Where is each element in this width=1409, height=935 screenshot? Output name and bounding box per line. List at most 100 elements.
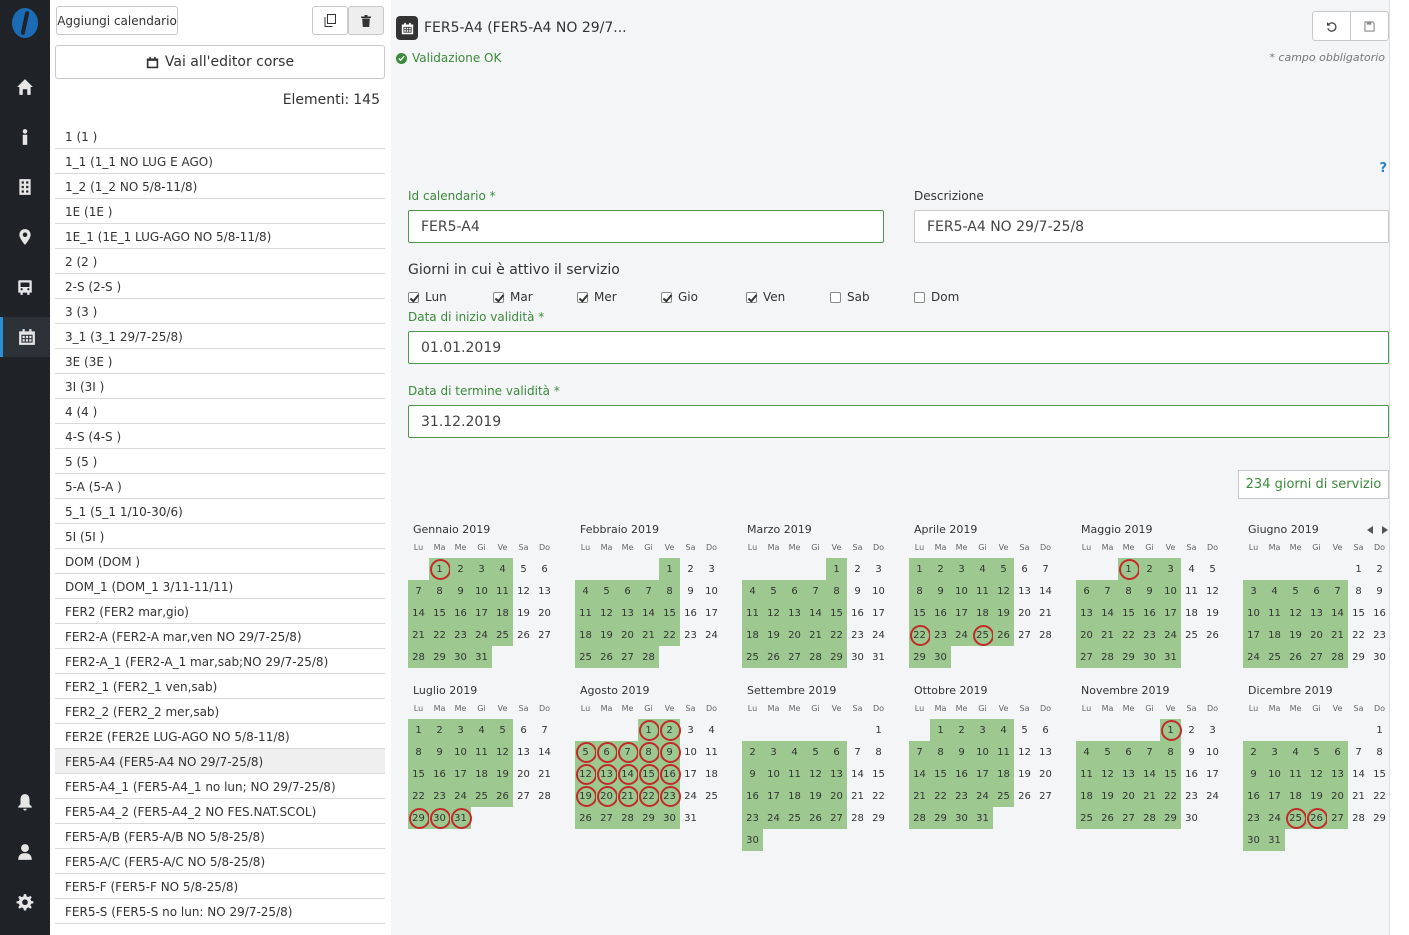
- active-day-cell[interactable]: 21: [909, 785, 930, 807]
- active-day-cell[interactable]: 28: [638, 646, 659, 668]
- active-day-cell[interactable]: 21: [408, 624, 429, 646]
- active-day-cell[interactable]: 25: [575, 646, 596, 668]
- active-day-cell[interactable]: 11: [471, 741, 492, 763]
- day-cell[interactable]: 28: [1035, 624, 1056, 646]
- day-cell[interactable]: 17: [680, 763, 701, 785]
- undo-button[interactable]: [1312, 11, 1351, 41]
- day-cell[interactable]: 2: [847, 558, 868, 580]
- active-day-cell[interactable]: 9: [742, 763, 763, 785]
- active-day-cell[interactable]: 6: [1076, 580, 1097, 602]
- calendar-list-item[interactable]: 5 (5 ): [55, 449, 385, 474]
- active-day-cell[interactable]: 12: [596, 602, 617, 624]
- day-cell[interactable]: 25: [1181, 624, 1202, 646]
- day-cell[interactable]: 21: [534, 763, 555, 785]
- holiday-day-cell[interactable]: 19: [575, 785, 597, 807]
- day-cell[interactable]: 20: [513, 763, 534, 785]
- day-cell[interactable]: 18: [701, 763, 722, 785]
- calendar-icon[interactable]: [0, 317, 50, 357]
- active-day-cell[interactable]: 21: [1097, 624, 1118, 646]
- day-cell[interactable]: 22: [1369, 785, 1390, 807]
- day-cell[interactable]: 13: [534, 580, 555, 602]
- active-day-cell[interactable]: 30: [659, 807, 680, 829]
- active-day-cell[interactable]: 18: [742, 624, 763, 646]
- calendar-list-item[interactable]: 5_1 (5_1 1/10-30/6): [55, 499, 385, 524]
- day-cell[interactable]: 27: [1035, 785, 1056, 807]
- day-cell[interactable]: 7: [1348, 741, 1369, 763]
- active-day-cell[interactable]: 6: [1306, 580, 1327, 602]
- active-day-cell[interactable]: 29: [909, 646, 930, 668]
- active-day-cell[interactable]: 4: [993, 719, 1014, 741]
- active-day-cell[interactable]: 3: [1160, 558, 1181, 580]
- day-cell[interactable]: 17: [701, 602, 722, 624]
- active-day-cell[interactable]: 28: [1097, 646, 1118, 668]
- day-cell[interactable]: 30: [1369, 646, 1390, 668]
- active-day-cell[interactable]: 10: [951, 580, 972, 602]
- active-day-cell[interactable]: 20: [1306, 624, 1327, 646]
- active-day-cell[interactable]: 4: [742, 580, 763, 602]
- active-day-cell[interactable]: 30: [742, 829, 763, 851]
- day-cell[interactable]: 29: [868, 807, 889, 829]
- active-day-cell[interactable]: 18: [784, 785, 805, 807]
- active-day-cell[interactable]: 3: [450, 719, 471, 741]
- day-cell[interactable]: 29: [1348, 646, 1369, 668]
- calendar-list-item[interactable]: FER2_2 (FER2_2 mer,sab): [55, 699, 385, 724]
- day-cell[interactable]: 20: [1035, 763, 1056, 785]
- active-day-cell[interactable]: 27: [1306, 646, 1327, 668]
- active-day-cell[interactable]: 14: [408, 602, 429, 624]
- active-day-cell[interactable]: 6: [617, 580, 638, 602]
- active-day-cell[interactable]: 10: [763, 763, 784, 785]
- active-day-cell[interactable]: 7: [909, 741, 930, 763]
- weekday-option[interactable]: Mer: [577, 290, 617, 304]
- holiday-day-cell[interactable]: 25: [972, 624, 994, 646]
- holiday-day-cell[interactable]: 5: [575, 741, 597, 763]
- active-day-cell[interactable]: 26: [575, 807, 596, 829]
- day-cell[interactable]: 28: [534, 785, 555, 807]
- active-day-cell[interactable]: 25: [492, 624, 513, 646]
- active-day-cell[interactable]: 7: [805, 580, 826, 602]
- active-day-cell[interactable]: 23: [429, 785, 450, 807]
- active-day-cell[interactable]: 31: [1264, 829, 1285, 851]
- active-day-cell[interactable]: 22: [429, 624, 450, 646]
- active-day-cell[interactable]: 25: [784, 807, 805, 829]
- active-day-cell[interactable]: 26: [1097, 807, 1118, 829]
- active-day-cell[interactable]: 5: [1285, 580, 1306, 602]
- active-day-cell[interactable]: 20: [826, 785, 847, 807]
- calendar-list-item[interactable]: DOM_1 (DOM_1 3/11-11/11): [55, 574, 385, 599]
- calendar-list-item[interactable]: FER5-A4_2 (FER5-A4_2 NO FES.NAT.SCOL): [55, 799, 385, 824]
- active-day-cell[interactable]: 28: [805, 646, 826, 668]
- weekday-option[interactable]: Mar: [493, 290, 533, 304]
- active-day-cell[interactable]: 17: [1243, 624, 1264, 646]
- map-marker-icon[interactable]: [0, 217, 50, 257]
- day-cell[interactable]: 4: [701, 719, 722, 741]
- holiday-day-cell[interactable]: 1: [1160, 719, 1182, 741]
- calendar-list-item[interactable]: 3_1 (3_1 29/7-25/8): [55, 324, 385, 349]
- holiday-day-cell[interactable]: 23: [659, 785, 681, 807]
- calendar-list-item[interactable]: 1E (1E ): [55, 199, 385, 224]
- active-day-cell[interactable]: 19: [1285, 624, 1306, 646]
- active-day-cell[interactable]: 13: [1076, 602, 1097, 624]
- active-day-cell[interactable]: 8: [659, 580, 680, 602]
- active-day-cell[interactable]: 4: [471, 719, 492, 741]
- day-cell[interactable]: 10: [701, 580, 722, 602]
- weekday-checkbox[interactable]: [661, 291, 672, 303]
- active-day-cell[interactable]: 29: [826, 646, 847, 668]
- day-cell[interactable]: 1: [868, 719, 889, 741]
- active-day-cell[interactable]: 5: [1306, 741, 1327, 763]
- active-day-cell[interactable]: 24: [450, 785, 471, 807]
- active-day-cell[interactable]: 19: [763, 624, 784, 646]
- active-day-cell[interactable]: 4: [1264, 580, 1285, 602]
- active-day-cell[interactable]: 22: [930, 785, 951, 807]
- active-day-cell[interactable]: 29: [1160, 807, 1181, 829]
- info-icon[interactable]: [0, 117, 50, 157]
- active-day-cell[interactable]: 11: [575, 602, 596, 624]
- day-cell[interactable]: 13: [513, 741, 534, 763]
- active-day-cell[interactable]: 25: [471, 785, 492, 807]
- weekday-option[interactable]: Lun: [408, 290, 447, 304]
- active-day-cell[interactable]: 27: [1076, 646, 1097, 668]
- day-cell[interactable]: 8: [1348, 580, 1369, 602]
- holiday-day-cell[interactable]: 7: [617, 741, 639, 763]
- add-calendar-button[interactable]: Aggiungi calendario: [56, 6, 178, 35]
- active-day-cell[interactable]: 10: [1160, 580, 1181, 602]
- active-day-cell[interactable]: 15: [659, 602, 680, 624]
- bus-icon[interactable]: [0, 267, 50, 307]
